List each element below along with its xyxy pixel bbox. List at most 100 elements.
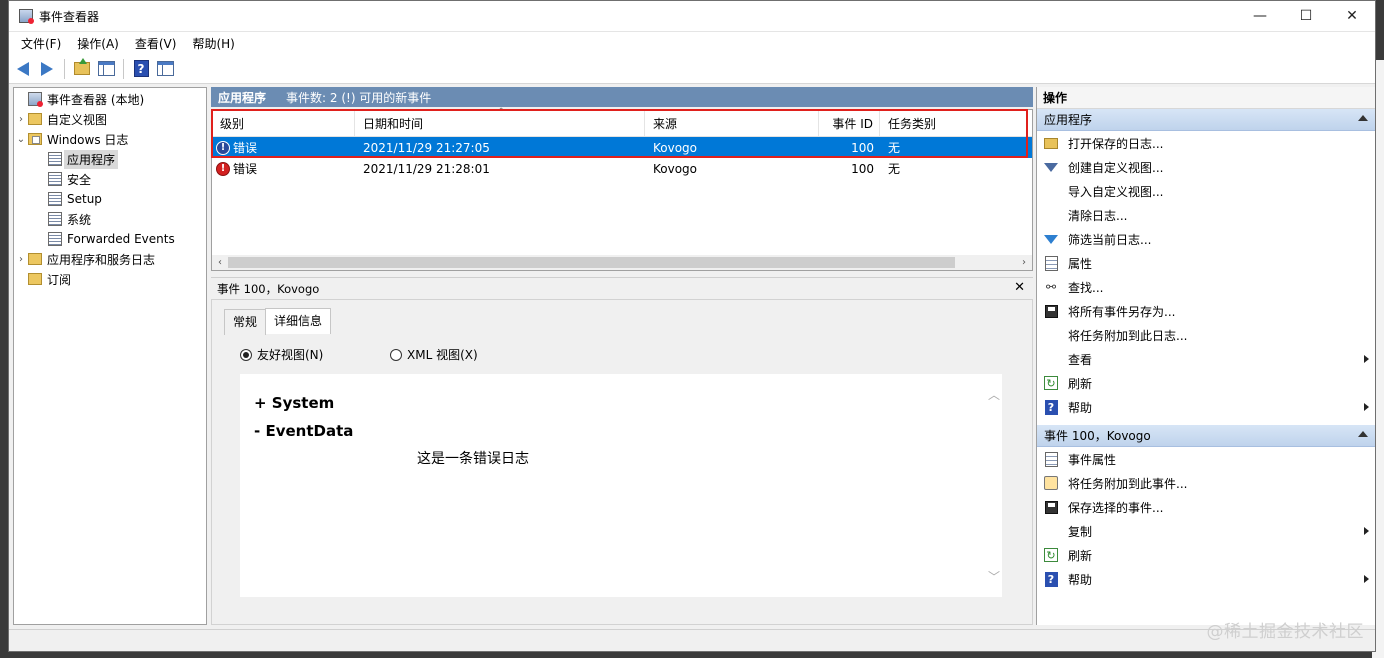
action-help[interactable]: ? 帮助 bbox=[1037, 395, 1375, 419]
action-label: 事件属性 bbox=[1068, 452, 1117, 467]
friendly-view-option[interactable]: 友好视图(N) bbox=[240, 346, 323, 363]
tree-item-system[interactable]: 系统 bbox=[14, 209, 206, 229]
event-task: 无 bbox=[888, 141, 901, 155]
action-refresh-event[interactable]: ↻ 刷新 bbox=[1037, 543, 1375, 567]
tree-item-windows-logs[interactable]: ⌄ Windows 日志 bbox=[14, 129, 206, 149]
tree-item-application[interactable]: 应用程序 bbox=[14, 149, 206, 169]
event-id: 100 bbox=[851, 161, 874, 176]
action-label: 将所有事件另存为... bbox=[1068, 304, 1176, 319]
tree-label: Windows 日志 bbox=[47, 132, 129, 147]
action-label: 导入自定义视图... bbox=[1068, 184, 1164, 199]
action-refresh[interactable]: ↻ 刷新 bbox=[1037, 371, 1375, 395]
minimize-button[interactable]: — bbox=[1237, 1, 1283, 32]
collapse-caret-icon[interactable] bbox=[1358, 431, 1368, 437]
eventdata-node[interactable]: - EventData bbox=[254, 422, 353, 440]
column-source[interactable]: 来源 bbox=[645, 110, 819, 136]
toolbar-separator bbox=[123, 58, 124, 79]
event-level: ! 错误 bbox=[212, 160, 355, 177]
refresh-icon: ↻ bbox=[1043, 375, 1059, 391]
actions-pane: 操作 应用程序 打开保存的日志... 创建自定义视图... 导入自定义视图...… bbox=[1036, 87, 1375, 625]
tree-item-setup[interactable]: Setup bbox=[14, 189, 206, 209]
action-view[interactable]: 查看 bbox=[1037, 347, 1375, 371]
binoculars-icon: ⚯ bbox=[1045, 280, 1057, 294]
up-folder-button[interactable] bbox=[71, 58, 93, 80]
tree-item-custom-views[interactable]: › 自定义视图 bbox=[14, 109, 206, 129]
scroll-thumb[interactable] bbox=[228, 257, 955, 268]
action-help-event[interactable]: ? 帮助 bbox=[1037, 567, 1375, 591]
show-hide-tree-button[interactable] bbox=[95, 58, 117, 80]
scroll-left-icon[interactable]: ‹ bbox=[212, 257, 228, 268]
horizontal-scrollbar[interactable]: ‹ › bbox=[212, 255, 1032, 270]
radio-icon[interactable] bbox=[390, 348, 402, 361]
column-level[interactable]: 级别 bbox=[212, 110, 355, 136]
action-properties[interactable]: 属性 bbox=[1037, 251, 1375, 275]
menu-file[interactable]: 文件(F) bbox=[13, 35, 69, 52]
show-hide-action-pane-button[interactable] bbox=[154, 58, 176, 80]
tree-item-root[interactable]: 事件查看器 (本地) bbox=[14, 89, 206, 109]
system-node[interactable]: + System bbox=[254, 394, 334, 412]
scroll-right-icon[interactable]: › bbox=[1016, 257, 1032, 268]
tab-details[interactable]: 详细信息 bbox=[265, 308, 332, 334]
menu-action[interactable]: 操作(A) bbox=[69, 35, 127, 52]
tree-item-app-service-logs[interactable]: › 应用程序和服务日志 bbox=[14, 249, 206, 269]
tree-label: Forwarded Events bbox=[67, 232, 175, 246]
tab-general[interactable]: 常规 bbox=[224, 309, 267, 335]
tree-label: Setup bbox=[67, 192, 102, 206]
action-save-selected-events[interactable]: 保存选择的事件... bbox=[1037, 495, 1375, 519]
action-label: 将任务附加到此日志... bbox=[1068, 328, 1188, 343]
tree-item-subscriptions[interactable]: 订阅 bbox=[14, 269, 206, 289]
copy-icon bbox=[1043, 523, 1059, 539]
menu-view[interactable]: 查看(V) bbox=[127, 35, 185, 52]
event-id: 100 bbox=[851, 140, 874, 155]
error-icon: ! bbox=[216, 140, 230, 155]
back-arrow-icon bbox=[17, 61, 29, 76]
action-event-properties[interactable]: 事件属性 bbox=[1037, 447, 1375, 471]
xml-view-option[interactable]: XML 视图(X) bbox=[390, 346, 478, 363]
help-icon: ? bbox=[1043, 571, 1059, 587]
event-detail-pane: 常规 详细信息 友好视图(N) XML 视图(X) + System - Eve… bbox=[211, 299, 1033, 625]
action-open-saved-log[interactable]: 打开保存的日志... bbox=[1037, 131, 1375, 155]
action-find[interactable]: ⚯ 查找... bbox=[1037, 275, 1375, 299]
column-task-category[interactable]: 任务类别 bbox=[880, 110, 1030, 136]
collapse-caret-icon[interactable] bbox=[1358, 115, 1368, 121]
actions-group-application[interactable]: 应用程序 bbox=[1037, 109, 1375, 131]
maximize-button[interactable]: ☐ bbox=[1283, 1, 1329, 32]
blank-icon bbox=[1043, 327, 1059, 343]
action-import-custom-view[interactable]: 导入自定义视图... bbox=[1037, 179, 1375, 203]
forward-button[interactable] bbox=[36, 58, 58, 80]
action-save-all-events[interactable]: 将所有事件另存为... bbox=[1037, 299, 1375, 323]
action-clear-log[interactable]: 清除日志... bbox=[1037, 203, 1375, 227]
help-button[interactable]: ? bbox=[130, 58, 152, 80]
action-label: 属性 bbox=[1068, 256, 1093, 271]
blank-icon bbox=[1043, 183, 1059, 199]
actions-group-event[interactable]: 事件 100，Kovogo bbox=[1037, 425, 1375, 447]
event-viewer-icon bbox=[28, 92, 43, 107]
action-attach-task-to-log[interactable]: 将任务附加到此日志... bbox=[1037, 323, 1375, 347]
event-row[interactable]: ! 错误 2021/11/29 21:28:01 Kovogo 100 无 bbox=[212, 158, 1032, 179]
event-count: 事件数: 2 (!) 可用的新事件 bbox=[286, 90, 432, 105]
close-button[interactable]: ✕ bbox=[1329, 1, 1375, 32]
event-detail-header: 事件 100，Kovogo ✕ bbox=[211, 277, 1033, 299]
log-title: 应用程序 bbox=[218, 90, 267, 105]
tree-label: 自定义视图 bbox=[47, 112, 108, 127]
tree-item-security[interactable]: 安全 bbox=[14, 169, 206, 189]
close-icon[interactable]: ✕ bbox=[1014, 280, 1025, 295]
action-copy[interactable]: 复制 bbox=[1037, 519, 1375, 543]
menu-help[interactable]: 帮助(H) bbox=[184, 35, 242, 52]
back-button[interactable] bbox=[12, 58, 34, 80]
expand-chevron-icon[interactable]: › bbox=[14, 114, 28, 125]
tree-item-forwarded-events[interactable]: Forwarded Events bbox=[14, 229, 206, 249]
actions-title: 操作 bbox=[1037, 87, 1375, 109]
funnel-icon bbox=[1043, 231, 1059, 247]
properties-icon bbox=[1043, 451, 1059, 467]
action-create-custom-view[interactable]: 创建自定义视图... bbox=[1037, 155, 1375, 179]
expand-chevron-icon[interactable]: › bbox=[14, 254, 28, 265]
column-event-id[interactable]: 事件 ID bbox=[819, 110, 880, 136]
collapse-chevron-icon[interactable]: ⌄ bbox=[14, 134, 28, 145]
radio-selected-icon[interactable] bbox=[240, 348, 252, 361]
action-attach-task-to-event[interactable]: 将任务附加到此事件... bbox=[1037, 471, 1375, 495]
action-filter-current-log[interactable]: 筛选当前日志... bbox=[1037, 227, 1375, 251]
scroll-down-icon[interactable]: ﹀ bbox=[988, 568, 1000, 585]
event-row[interactable]: ! 错误 2021/11/29 21:27:05 Kovogo 100 无 bbox=[212, 137, 1032, 158]
scroll-up-icon[interactable]: ︿ bbox=[988, 386, 1000, 403]
